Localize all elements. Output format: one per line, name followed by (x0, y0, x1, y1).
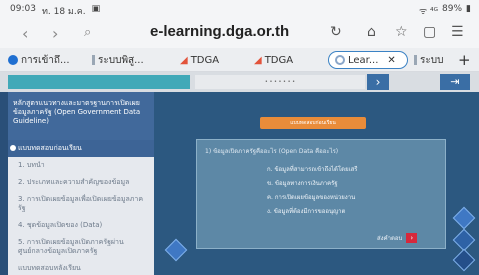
tabs-icon[interactable]: ▢ (423, 24, 436, 40)
question-text: 1) ข้อมูลเปิดภาครัฐคืออะไร (Open Data คื… (205, 148, 339, 155)
status-time: 09:03 (10, 4, 36, 14)
answer-option-label: ก. ข้อมูลที่สามารถเข้าถึงได้โดยเสรี (267, 166, 358, 173)
sidebar-item-label: 4. ชุดข้อมูลเปิดของ (Data) (18, 221, 103, 229)
question-card: 1) ข้อมูลเปิดภาครัฐคืออะไร (Open Data คื… (196, 139, 446, 249)
tab-5-favicon (335, 55, 345, 65)
bookmark-star-icon[interactable]: ☆ (395, 24, 408, 40)
sidebar-item-label: 5. การเปิดเผยข้อมูลเปิดภาครัฐผ่านศูนย์กล… (18, 238, 124, 255)
tab-3[interactable]: ◢ TDGA (180, 51, 240, 69)
course-title: หลักสูตรแนวทางและมาตรฐานการเปิดเผยข้อมูล… (8, 92, 154, 140)
tab-4-favicon: ◢ (254, 54, 262, 66)
submit-answer-button[interactable]: ส่งคำตอบ › (377, 233, 418, 243)
sidebar-item-chapter-4[interactable]: 4. ชุดข้อมูลเปิดของ (Data) (8, 217, 154, 234)
course-sidebar: หลักสูตรแนวทางและมาตรฐานการเปิดเผยข้อมูล… (8, 92, 154, 275)
status-date: ท. 18 ม.ค. (41, 7, 86, 17)
tab-5-active[interactable]: Lear... ✕ (328, 51, 408, 69)
sidebar-item-chapter-2[interactable]: 2. ประเภทและความสำคัญของข้อมูล (8, 174, 154, 191)
tab-strip: การเข้าถึ... ระบบพิสู... ◢ TDGA ◢ TDGA L… (0, 48, 479, 72)
exit-button[interactable]: ⇥ (440, 74, 470, 90)
submit-label: ส่งคำตอบ (377, 235, 403, 242)
sidebar-item-intro[interactable]: 1. บทนำ (8, 157, 154, 174)
home-icon[interactable]: ⌂ (367, 24, 376, 40)
signal-icon: ᯤ ⁴ᴳ (418, 7, 439, 17)
quiz-slide: แบบทดสอบก่อนเรียน 1) ข้อมูลเปิดภาครัฐคือ… (154, 92, 479, 275)
tab-3-favicon: ◢ (180, 54, 188, 66)
decorative-cube-right-3 (452, 248, 476, 272)
sidebar-item-label: แบบทดสอบหลังเรียน (18, 264, 81, 272)
answer-option-label: ง. ข้อมูลที่ต้องมีการขออนุญาต (267, 208, 346, 215)
new-tab-icon[interactable]: + (458, 51, 476, 69)
tab-6-favicon (414, 55, 417, 65)
tab-6-label: ระบบ (420, 54, 444, 66)
back-icon[interactable]: ‹ (22, 24, 28, 43)
slide-indicator: • • • • • • • (195, 75, 365, 89)
decorative-cube-right-1 (452, 206, 476, 230)
browser-toolbar: ‹ › ⌕ e-learning.dga.or.th ↻ ⌂ ☆ ▢ ☰ (0, 18, 479, 48)
current-item-icon (10, 145, 16, 151)
sidebar-item-chapter-3[interactable]: 3. การเปิดเผยข้อมูลเพื่อเปิดเผยข้อมูลภาค… (8, 191, 154, 217)
sidebar-item-posttest[interactable]: แบบทดสอบหลังเรียน (8, 260, 154, 275)
answer-option-4[interactable]: ง. ข้อมูลที่ต้องมีการขออนุญาต (267, 206, 345, 216)
reload-icon[interactable]: ↻ (330, 24, 342, 40)
answer-option-label: ค. การเปิดเผยข้อมูลของหน่วยงาน (267, 194, 356, 201)
player-top-bar: • • • • • • • › ⇥ (0, 72, 479, 92)
quiz-header: แบบทดสอบก่อนเรียน (260, 117, 366, 129)
sidebar-item-label: 3. การเปิดเผยข้อมูลเพื่อเปิดเผยข้อมูลภาค… (18, 195, 144, 212)
sidebar-item-chapter-5[interactable]: 5. การเปิดเผยข้อมูลเปิดภาครัฐผ่านศูนย์กล… (8, 234, 154, 260)
elearning-player: • • • • • • • › ⇥ หลักสูตรแนวทางและมาตรฐ… (0, 72, 479, 275)
tab-4[interactable]: ◢ TDGA (254, 51, 314, 69)
progress-bar (8, 75, 190, 89)
status-bar: 09:03 ท. 18 ม.ค. ▣ ᯤ ⁴ᴳ 89% ▮ (0, 0, 479, 18)
decorative-cube-left (164, 238, 188, 262)
submit-arrow-icon: › (406, 233, 418, 243)
battery-level: 89% (442, 4, 463, 14)
battery-icon: ▮ (466, 4, 471, 14)
sidebar-item-label: 1. บทนำ (18, 161, 45, 169)
answer-option-3[interactable]: ค. การเปิดเผยข้อมูลของหน่วยงาน (267, 192, 355, 202)
sidebar-item-pretest[interactable]: แบบทดสอบก่อนเรียน (8, 140, 154, 157)
site-info-icon[interactable]: ⌕ (84, 25, 91, 40)
menu-icon[interactable]: ☰ (451, 24, 464, 40)
tab-3-label: TDGA (190, 54, 220, 66)
tab-1-label: การเข้าถึ... (21, 54, 70, 66)
tab-1[interactable]: การเข้าถึ... (8, 51, 74, 69)
answer-option-label: ข. ข้อมูลทางการเงินภาครัฐ (267, 180, 338, 187)
tab-2[interactable]: ระบบพิสู... (92, 51, 158, 69)
url-text[interactable]: e-learning.dga.or.th (150, 23, 289, 40)
tab-2-label: ระบบพิสู... (98, 54, 144, 66)
tab-4-label: TDGA (264, 54, 294, 66)
forward-icon[interactable]: › (52, 24, 58, 43)
gallery-icon: ▣ (91, 4, 101, 14)
sidebar-item-label: 2. ประเภทและความสำคัญของข้อมูล (18, 178, 130, 186)
next-slide-button[interactable]: › (367, 74, 389, 90)
tab-5-label: Lear... (348, 54, 379, 66)
answer-option-1[interactable]: ก. ข้อมูลที่สามารถเข้าถึงได้โดยเสรี (267, 164, 358, 174)
answer-option-2[interactable]: ข. ข้อมูลทางการเงินภาครัฐ (267, 178, 338, 188)
close-tab-icon[interactable]: ✕ (387, 55, 395, 66)
tab-1-favicon (8, 55, 18, 65)
tab-2-favicon (92, 55, 95, 65)
tab-6[interactable]: ระบบ (414, 51, 454, 69)
sidebar-item-label: แบบทดสอบก่อนเรียน (18, 144, 82, 152)
